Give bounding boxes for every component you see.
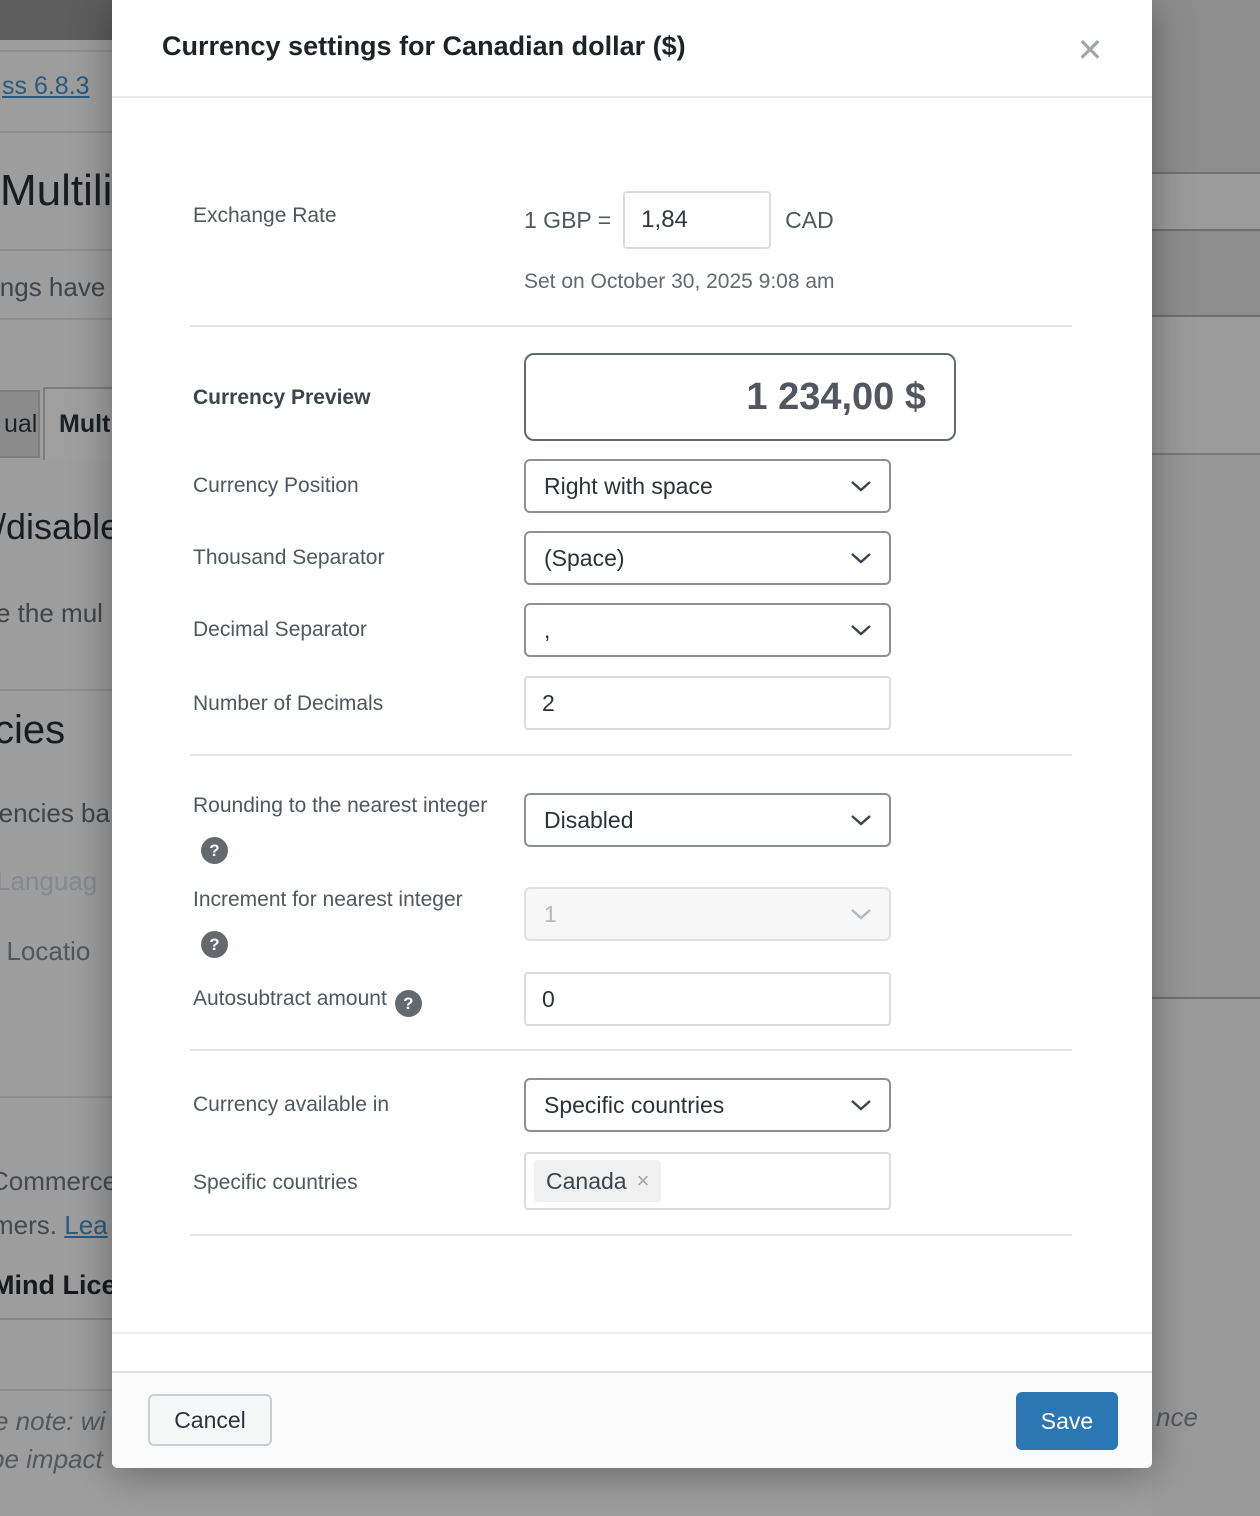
country-tag-label: Canada	[546, 1167, 627, 1194]
currency-preview-value: 1 234,00 $	[524, 353, 956, 441]
divider	[0, 318, 112, 320]
help-icon[interactable]: ?	[201, 837, 228, 864]
tab-multilingual: ual	[0, 390, 40, 458]
chevron-down-icon	[851, 553, 871, 564]
autosubtract-label: Autosubtract amount?	[193, 979, 503, 1019]
close-icon[interactable]: ✕	[1068, 28, 1112, 72]
page-band	[1152, 174, 1260, 229]
admin-bar	[0, 0, 112, 40]
divider	[0, 131, 112, 133]
selected-value: Disabled	[544, 807, 634, 833]
cancel-button[interactable]: Cancel	[148, 1394, 272, 1446]
note-text-fragment: nce	[1156, 1402, 1198, 1432]
body-text-fragment: mers. Lea	[0, 1210, 108, 1241]
page-band	[1152, 0, 1260, 172]
selected-value: Specific countries	[544, 1092, 725, 1118]
decimal-separator-label: Decimal Separator	[193, 618, 367, 641]
exchange-rate-input[interactable]	[623, 191, 772, 249]
body-text-fragment: mers.	[0, 1210, 57, 1240]
chevron-down-icon	[851, 1100, 871, 1111]
country-tag: Canada ×	[534, 1160, 662, 1202]
note-text-fragment: e note: wi	[0, 1406, 106, 1436]
body-text-fragment: rencies ba	[0, 798, 110, 828]
selected-value: Right with space	[544, 473, 713, 499]
remove-tag-icon[interactable]: ×	[637, 1168, 650, 1194]
page-band	[1152, 455, 1260, 997]
divider	[0, 249, 112, 251]
body-text-fragment: t Locatio	[0, 936, 91, 966]
help-icon[interactable]: ?	[394, 990, 422, 1017]
number-of-decimals-input[interactable]	[524, 676, 891, 730]
available-in-label: Currency available in	[193, 1093, 390, 1116]
selected-value: ,	[544, 617, 551, 643]
notice-text-fragment: ings have	[0, 272, 106, 302]
screen: ss 6.8.3 Multili ings have ual Mult /dis…	[0, 0, 1260, 1516]
section-heading-fragment: /disable	[0, 506, 112, 547]
exchange-rate-row: 1 GBP = CAD	[524, 190, 834, 250]
specific-countries-label: Specific countries	[193, 1171, 358, 1194]
currency-settings-modal: Currency settings for Canadian dollar ($…	[112, 0, 1152, 1468]
currency-preview-label: Currency Preview	[193, 386, 371, 409]
help-icon[interactable]: ?	[201, 931, 228, 958]
content-bottom-border	[112, 1332, 1152, 1334]
divider	[0, 1389, 112, 1391]
chevron-down-icon	[851, 625, 871, 636]
available-in-select[interactable]: Specific countries	[524, 1078, 891, 1132]
page-band	[1152, 231, 1260, 315]
rounding-label: Rounding to the nearest integer?	[193, 786, 493, 866]
number-of-decimals-label: Number of Decimals	[193, 692, 384, 715]
section-divider	[190, 754, 1072, 756]
autosubtract-input[interactable]	[524, 972, 891, 1026]
section-divider	[190, 1234, 1072, 1236]
page-band	[1152, 317, 1260, 453]
chevron-down-icon	[851, 909, 871, 920]
currencies-heading-fragment: cies	[0, 708, 66, 752]
exchange-rate-label: Exchange Rate	[193, 204, 337, 227]
section-divider	[190, 1049, 1072, 1051]
rounding-label-text: Rounding to the nearest integer	[193, 794, 488, 817]
save-button[interactable]: Save	[1016, 1392, 1118, 1450]
note-text-fragment: be impact	[0, 1444, 103, 1474]
tab-label: Mult	[59, 410, 111, 438]
modal-header: Currency settings for Canadian dollar ($…	[112, 0, 1152, 98]
divider	[0, 1318, 112, 1320]
exchange-rate-prefix: 1 GBP =	[524, 206, 612, 233]
dimmed-page-right: nce	[1152, 0, 1260, 1516]
currency-position-select[interactable]: Right with space	[524, 459, 891, 513]
decimal-separator-select[interactable]: ,	[524, 603, 891, 657]
exchange-rate-suffix: CAD	[785, 206, 834, 233]
divider	[0, 1096, 112, 1098]
increment-label-text: Increment for nearest integer	[193, 888, 463, 911]
learn-more-link: Lea	[64, 1210, 108, 1240]
divider	[0, 50, 112, 52]
body-text-fragment: Commerce	[0, 1166, 112, 1196]
section-divider	[190, 325, 1072, 327]
page-band	[1152, 999, 1260, 1516]
page-heading-fragment: Multili	[0, 166, 112, 215]
wp-version-link: ss 6.8.3	[2, 72, 90, 100]
license-heading-fragment: Mind Lice	[0, 1270, 112, 1300]
increment-label: Increment for nearest integer?	[193, 880, 493, 960]
modal-title: Currency settings for Canadian dollar ($…	[162, 31, 686, 61]
specific-countries-field[interactable]: Canada ×	[524, 1152, 891, 1210]
chevron-down-icon	[851, 481, 871, 492]
table-header-fragment: Languag	[0, 866, 98, 896]
currency-position-label: Currency Position	[193, 474, 359, 497]
exchange-rate-set-on: Set on October 30, 2025 9:08 am	[524, 270, 835, 293]
selected-value: (Space)	[544, 545, 625, 571]
divider	[0, 689, 112, 691]
autosubtract-label-text: Autosubtract amount	[193, 987, 387, 1010]
rounding-select[interactable]: Disabled	[524, 793, 891, 847]
tab-multicurrency: Mult	[43, 387, 112, 460]
modal-footer: Cancel Save	[112, 1371, 1152, 1468]
thousand-separator-select[interactable]: (Space)	[524, 531, 891, 585]
selected-value: 1	[544, 901, 557, 927]
tab-label: ual	[4, 409, 38, 438]
increment-select: 1	[524, 887, 891, 941]
thousand-separator-label: Thousand Separator	[193, 546, 385, 569]
chevron-down-icon	[851, 815, 871, 826]
dimmed-page-left: ss 6.8.3 Multili ings have ual Mult /dis…	[0, 0, 112, 1516]
body-text-fragment: e the mul	[0, 598, 103, 628]
